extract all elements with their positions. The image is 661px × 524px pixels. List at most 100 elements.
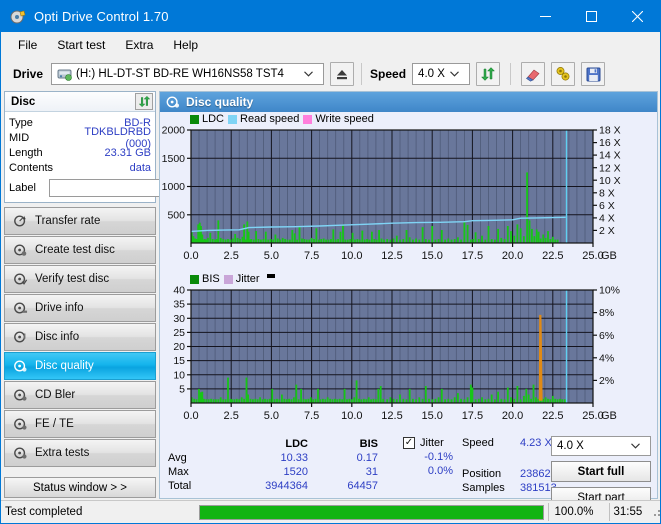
toolbar-grip — [639, 68, 651, 80]
eject-button[interactable] — [330, 62, 355, 86]
svg-text:40: 40 — [173, 285, 185, 297]
sidebar-item-verify-test-disc[interactable]: Verify test disc — [4, 265, 156, 293]
drive-toolbar: Drive (H:) HL-DT-ST BD-RE WH16NS58 TST4 — [1, 57, 660, 91]
panel-title: Disc quality — [186, 95, 254, 109]
legend-item-write-speed: Write speed — [303, 113, 374, 125]
status-message: Test completed — [5, 506, 83, 518]
sidebar-item-extra-tests[interactable]: Extra tests — [4, 439, 156, 467]
stats-avg-bis: 0.17 — [356, 452, 378, 464]
scan-label-speed: Speed — [462, 437, 494, 449]
svg-text:7.5: 7.5 — [304, 410, 319, 422]
sidebar-item-drive-info[interactable]: Drive info — [4, 294, 156, 322]
svg-text:0.0: 0.0 — [183, 410, 198, 422]
svg-text:10: 10 — [173, 369, 185, 381]
scan-controls: 4.0 X Start full Start part — [551, 436, 651, 508]
title-bar: Opti Drive Control 1.70 — [1, 1, 660, 32]
panel-header: Disc quality — [160, 92, 657, 112]
close-button[interactable] — [614, 1, 660, 32]
sidebar-label-disc-info: Disc info — [35, 331, 80, 343]
chevron-down-icon — [450, 71, 466, 77]
scan-value-speed: 4.23 X — [520, 437, 552, 449]
disc-label-row: Label — [9, 177, 252, 198]
svg-text:35: 35 — [173, 299, 185, 311]
legend-swatch-jitter — [223, 274, 233, 284]
svg-text:5.0: 5.0 — [264, 250, 279, 262]
stats-col-ldc: LDC — [285, 438, 308, 450]
disc-info-icon — [11, 330, 29, 344]
erase-button[interactable] — [521, 62, 546, 86]
refresh-button[interactable] — [476, 62, 501, 86]
jitter-checkbox[interactable]: ✓ — [403, 437, 415, 449]
svg-text:GB: GB — [601, 250, 617, 262]
sidebar-item-cd-bler[interactable]: CD Bler — [4, 381, 156, 409]
svg-text:2.5: 2.5 — [224, 250, 239, 262]
svg-text:15.0: 15.0 — [421, 410, 442, 422]
sidebar-item-transfer-rate[interactable]: Transfer rate — [4, 207, 156, 235]
elapsed-time: 31:55 — [613, 506, 643, 518]
menu-extra[interactable]: Extra — [116, 35, 162, 55]
svg-text:6%: 6% — [599, 330, 614, 342]
menu-file[interactable]: File — [9, 35, 46, 55]
svg-text:8 X: 8 X — [599, 187, 615, 199]
svg-text:1500: 1500 — [162, 153, 186, 165]
legend-label-read-speed: Read speed — [240, 113, 300, 125]
disc-properties: Type BD-R MID TDKBLDRBD (000) Length 23.… — [5, 112, 252, 202]
save-button[interactable] — [581, 62, 606, 86]
speed-label: Speed — [370, 67, 407, 81]
scan-label-samples: Samples — [462, 482, 505, 494]
tools-button[interactable] — [551, 62, 576, 86]
ldc-chart-svg[interactable]: 5001000150020002 X4 X6 X8 X10 X12 X14 X1… — [160, 112, 657, 272]
svg-text:2%: 2% — [599, 375, 614, 387]
legend-marker-black — [266, 274, 275, 278]
bis-chart-svg[interactable]: 5 10 15 20 25 30 35 40 2% 4% 6% 8% 10% 0.0 2.5 5.0 7.5 10… — [160, 272, 657, 432]
drive-select[interactable]: (H:) HL-DT-ST BD-RE WH16NS58 TST4 — [51, 63, 325, 85]
maximize-button[interactable] — [568, 1, 614, 32]
legend-item-ldc: LDC — [190, 113, 224, 125]
sidebar-label-create-test-disc: Create test disc — [35, 244, 115, 256]
svg-text:12.5: 12.5 — [381, 410, 402, 422]
disc-refresh-button[interactable] — [135, 93, 153, 110]
sidebar-item-create-test-disc[interactable]: Create test disc — [4, 236, 156, 264]
menu-help[interactable]: Help — [164, 35, 207, 55]
sidebar-item-disc-info[interactable]: Disc info — [4, 323, 156, 351]
nav-list: Transfer rate Create test disc Verify te… — [4, 207, 156, 468]
disc-quality-icon — [11, 359, 29, 373]
jitter-max: 0.0% — [427, 465, 453, 477]
svg-text:25: 25 — [173, 327, 185, 339]
stats-row-max: Max 1520 31 — [168, 466, 398, 478]
scan-label-position: Position — [462, 468, 502, 480]
stats-total-ldc: 3944364 — [265, 480, 308, 492]
status-window-button[interactable]: Status window > > — [4, 477, 156, 498]
menu-start-test[interactable]: Start test — [48, 35, 114, 55]
svg-text:6 X: 6 X — [599, 200, 615, 212]
stats-row-total: Total 3944364 64457 — [168, 480, 398, 492]
sidebar-item-fe-te[interactable]: FE / TE — [4, 410, 156, 438]
ldc-legend: LDC Read speed Write speed — [190, 113, 374, 125]
toolbar-divider-2 — [510, 63, 512, 85]
legend-label-jitter: Jitter — [235, 273, 260, 285]
start-full-button[interactable]: Start full — [551, 461, 651, 482]
resize-grip[interactable] — [650, 506, 660, 518]
stats-avg-ldc: 10.33 — [280, 452, 308, 464]
svg-text:15: 15 — [173, 355, 185, 367]
sidebar-item-disc-quality[interactable]: Disc quality — [4, 352, 156, 380]
svg-text:17.5: 17.5 — [462, 250, 483, 262]
scan-speed-value: 4.0 X — [557, 440, 584, 452]
scan-speed-select[interactable]: 4.0 X — [551, 436, 651, 456]
sidebar-label-fe-te: FE / TE — [35, 418, 74, 430]
stats-max-ldc: 1520 — [283, 466, 308, 478]
svg-text:20: 20 — [173, 341, 185, 353]
legend-label-write-speed: Write speed — [315, 113, 374, 125]
stats-area: LDC BIS Avg 10.33 0.17 Max 1520 31 Total… — [160, 432, 657, 508]
progress-percent: 100.0% — [554, 506, 594, 518]
bis-chart: BIS Jitter 5 10 15 20 25 30 35 40 2% 4% 6% 8% 10% 0.0… — [160, 272, 657, 432]
chevron-down-icon — [631, 443, 647, 449]
progress-fill — [199, 505, 543, 519]
minimize-button[interactable] — [522, 1, 568, 32]
disc-panel: Disc Type BD-R MID TDKBLDRBD (000) Lengt… — [4, 91, 252, 203]
svg-text:30: 30 — [173, 313, 185, 325]
svg-text:12.5: 12.5 — [381, 250, 402, 262]
speed-select[interactable]: 4.0 X — [412, 63, 471, 85]
disc-verify-icon — [11, 272, 29, 286]
svg-text:16 X: 16 X — [599, 137, 621, 149]
